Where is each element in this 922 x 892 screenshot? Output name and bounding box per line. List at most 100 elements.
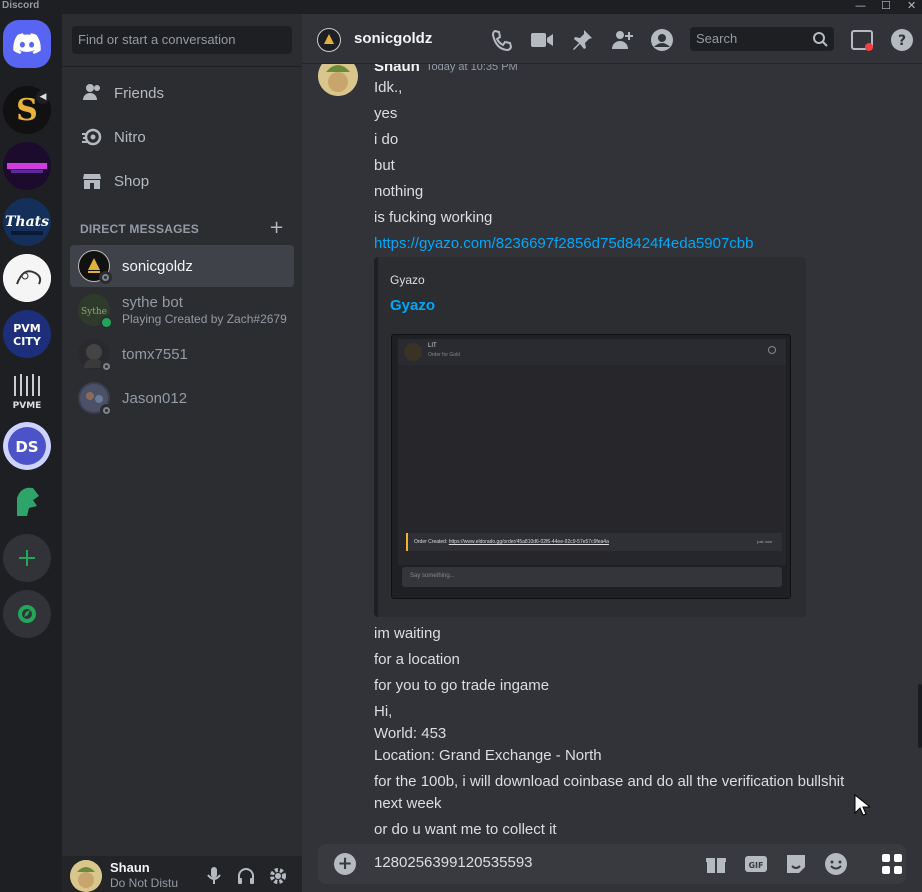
avatar: Sythe [78,294,113,329]
screenshot-header: LIT Order for Gold [398,339,786,365]
dm-item-sonicgoldz[interactable]: sonicgoldz [70,245,294,287]
friends-icon [83,84,100,100]
nav-shop[interactable]: Shop [70,160,294,202]
maximize-button[interactable]: ☐ [881,0,891,12]
pin-icon[interactable] [570,28,594,52]
home-button[interactable] [3,20,51,68]
screenshot-search-icon [768,346,776,354]
message-line: World: 453 [374,725,447,742]
video-icon[interactable] [530,28,554,52]
server-neon[interactable] [3,142,51,190]
scrollbar[interactable] [918,684,922,748]
message-line: for the 100b, i will download coinbase a… [374,773,845,790]
svg-text:CITY: CITY [13,335,42,348]
screenshot-say-box: Say something... [402,567,782,587]
user-status: Do Not Distu [110,876,179,890]
composer-input[interactable]: 1280256399120535593 [374,854,533,871]
headphones-icon[interactable] [236,866,256,886]
compass-icon [18,605,36,623]
upload-plus-icon[interactable]: + [334,853,356,875]
search-icon [813,32,828,47]
gift-icon[interactable] [704,852,728,876]
server-pvme[interactable]: PVME [3,366,51,414]
user-panel: Shaun Do Not Distu [62,856,302,892]
message-line: or do u want me to collect it [374,821,557,838]
nav-friends[interactable]: Friends [70,72,294,114]
message-line: nothing [374,183,424,200]
app-title: Discord [2,0,40,11]
dm-item-tomx7551[interactable]: tomx7551 [70,333,294,375]
svg-text:DS: DS [15,438,38,456]
message-composer[interactable]: + 1280256399120535593 GIF [318,844,906,884]
message-line: is fucking working [374,209,493,226]
user-avatar[interactable] [70,860,102,892]
dm-item-sythe-bot[interactable]: Sythe sythe bot Playing Created by Zach#… [70,289,294,331]
header-search-input[interactable]: Search [690,27,834,51]
create-dm-button[interactable]: + [269,217,284,238]
screenshot-avatar [404,343,422,361]
emoji-icon[interactable] [824,852,848,876]
server-pvme-icon: PVME [3,366,51,414]
channel-name: sonicgoldz [354,30,433,47]
message-line: Idk., [374,79,403,96]
plus-icon [19,550,35,566]
message-line: Hi, [374,703,393,720]
server-sketch[interactable] [3,254,51,302]
message-list: Shaun Today at 10:35 PM Idk., yes i do b… [302,64,922,844]
server-neon-icon [3,142,51,190]
message-line: Location: Grand Exchange - North [374,747,602,764]
microphone-icon[interactable] [206,866,222,886]
server-pvm-city-icon: PVMCITY [3,310,51,358]
message-avatar[interactable] [318,64,358,96]
help-icon[interactable]: ? [890,28,914,52]
order-link: https://www.eldorado.gg/order/45a810d6-0… [448,539,609,545]
apps-icon[interactable] [880,852,904,876]
dm-name: Jason012 [122,389,188,407]
server-pvm-city[interactable]: PVM CITY [3,310,51,358]
call-icon[interactable] [490,28,514,52]
server-ds[interactable]: DS [3,422,51,470]
screenshot-subtitle: Order for Gold [428,352,460,358]
message-line: im waiting [374,625,441,642]
divider [62,66,302,67]
server-rail: S ◀ Thats PVM CITY PVME DS [0,14,62,892]
nitro-icon [82,128,102,146]
explore-button[interactable] [3,590,51,638]
shop-icon [83,174,101,189]
title-bar: Discord — ☐ ✕ [0,0,922,14]
add-friend-icon[interactable] [610,28,634,52]
user-name: Shaun [110,860,150,875]
order-label: Order Created: [414,539,448,545]
server-knight[interactable] [3,478,51,526]
server-thats[interactable]: Thats [3,198,51,246]
dm-item-jason012[interactable]: Jason012 [70,377,294,419]
server-knight-icon [3,478,51,526]
nav-nitro[interactable]: Nitro [70,116,294,158]
inbox-icon[interactable] [850,28,874,52]
nav-label: Shop [114,172,150,190]
sticker-icon[interactable] [784,852,808,876]
svg-text:S: S [16,93,38,128]
avatar-image [318,64,358,96]
avatar [78,250,112,284]
status-offline-icon [100,360,113,373]
dm-sidebar: Find or start a conversation Friends Nit… [62,14,302,892]
embed-screenshot[interactable]: LIT Order for Gold Order Created: https:… [391,334,791,599]
profile-icon[interactable] [650,28,674,52]
embed-title-link[interactable]: Gyazo [390,297,435,314]
close-window-button[interactable]: ✕ [907,0,916,12]
message-line: for you to go trade ingame [374,677,550,694]
gif-icon[interactable]: GIF [744,852,768,876]
message-link[interactable]: https://gyazo.com/8236697f2856d75d8424f4… [374,233,753,255]
embed-provider: Gyazo [390,273,425,287]
message-author[interactable]: Shaun [374,64,420,75]
conversation-search-input[interactable]: Find or start a conversation [72,26,292,54]
minimize-button[interactable]: — [855,0,866,12]
svg-text:PVM: PVM [13,322,41,335]
settings-gear-icon[interactable] [268,866,288,886]
message-timestamp: Today at 10:35 PM [426,64,518,73]
chat-main: sonicgoldz Search ? Shaun Today at 10:35… [302,14,922,892]
add-server-button[interactable] [3,534,51,582]
avatar [78,382,113,417]
dm-name: tomx7551 [122,345,188,363]
